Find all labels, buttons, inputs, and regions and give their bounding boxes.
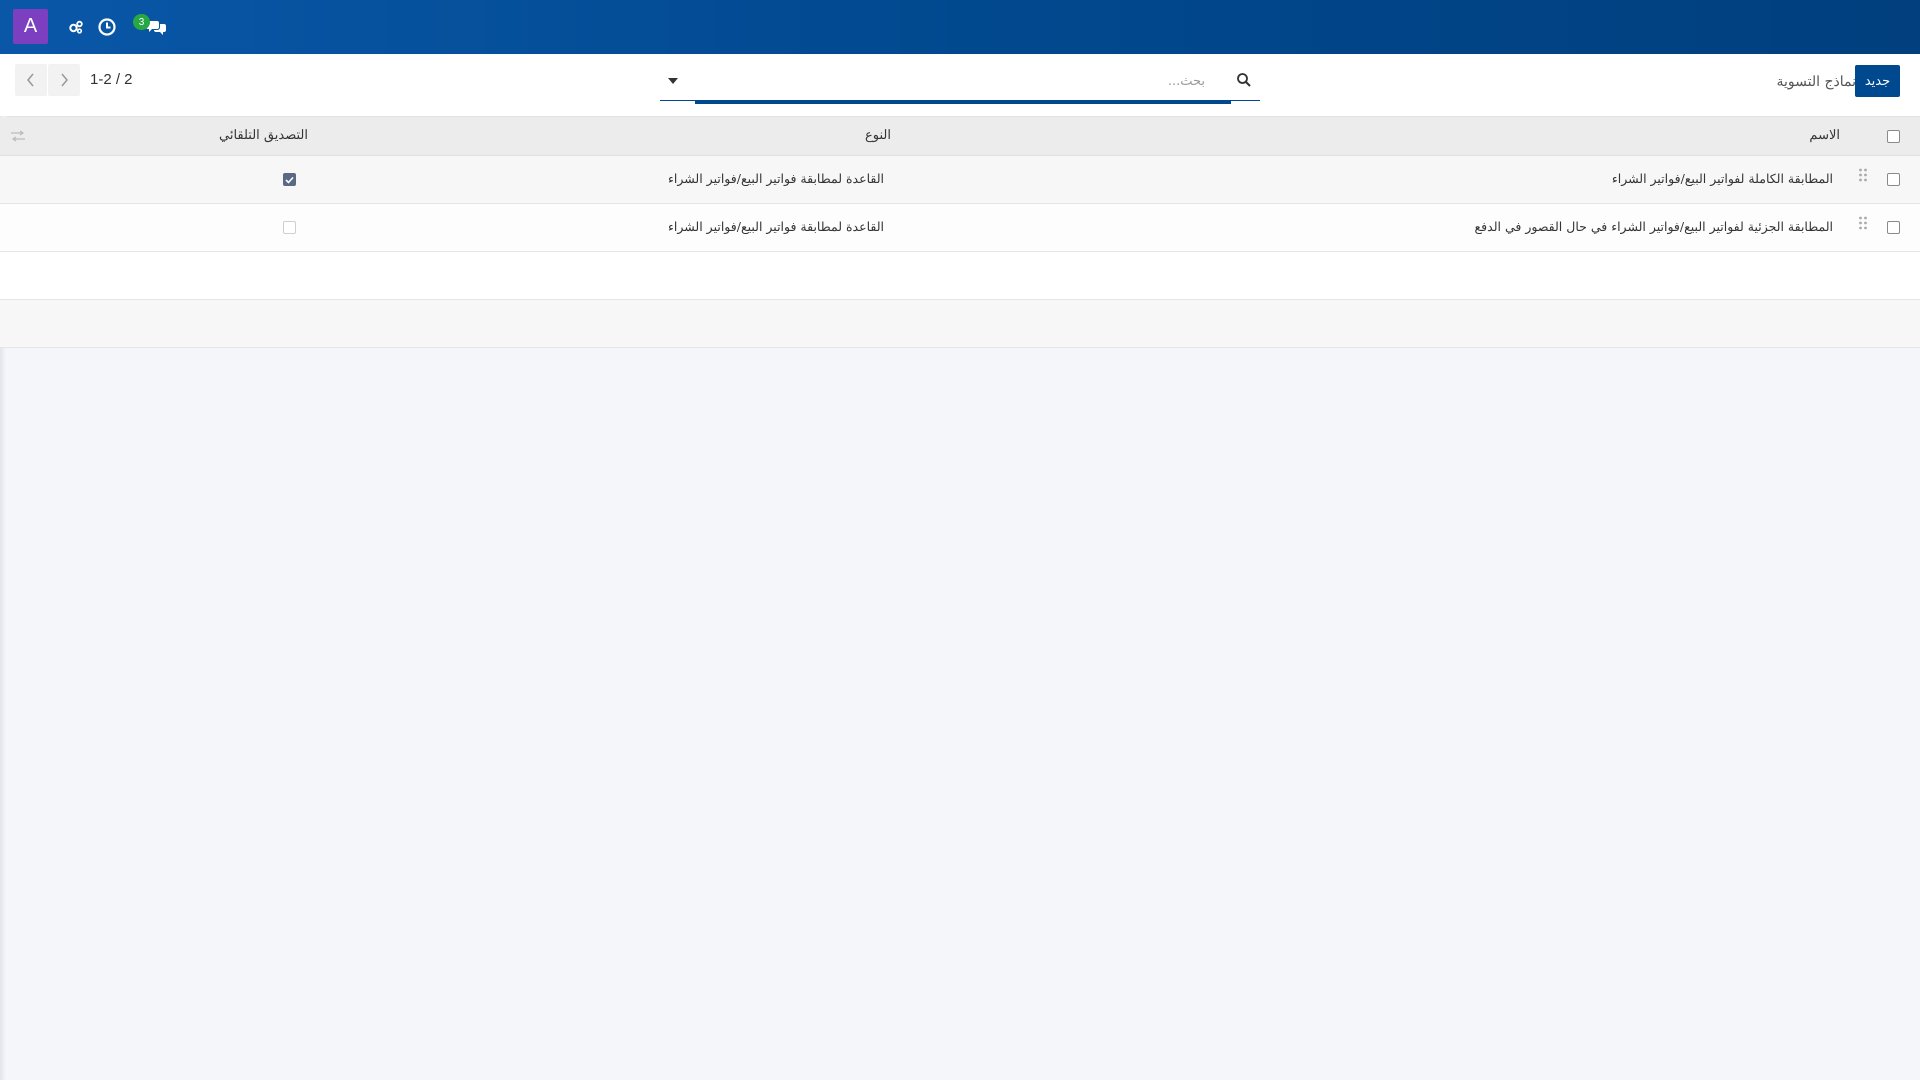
new-button[interactable]: جديد [1855,65,1900,97]
empty-row [0,252,1920,300]
table-header: الاسم النوع التصديق التلقائي [0,117,1920,156]
search-focus-underline [695,100,1231,104]
settings-cogs-icon[interactable] [63,14,89,40]
user-avatar[interactable]: A [13,9,48,44]
row-select-checkbox[interactable] [1887,221,1900,234]
search-input[interactable] [695,70,1235,92]
optional-columns-toggle-icon[interactable] [10,130,26,142]
pager-value[interactable]: 1-2 / 2 [90,71,133,88]
pager-previous-button[interactable] [15,64,47,96]
cell-type: القاعدة لمطابقة فواتير البيع/فواتير الشر… [668,219,884,234]
column-header-name[interactable]: الاسم [1809,128,1840,143]
search-options-dropdown-icon[interactable] [668,78,678,84]
column-header-type[interactable]: النوع [865,128,891,143]
row-select-checkbox[interactable] [1887,173,1900,186]
table-row[interactable]: المطابقة الجزئية لفواتير البيع/فواتير ال… [0,204,1920,252]
auto-validate-checkbox-unchecked[interactable] [283,221,296,234]
select-all-checkbox[interactable] [1887,130,1900,143]
cell-name: المطابقة الكاملة لفواتير البيع/فواتير ال… [1611,171,1833,186]
table-row[interactable]: المطابقة الكاملة لفواتير البيع/فواتير ال… [0,156,1920,204]
clock-icon[interactable] [94,14,120,40]
cell-name: المطابقة الجزئية لفواتير البيع/فواتير ال… [1474,219,1833,234]
drag-handle-icon[interactable] [1858,167,1868,183]
search-icon [1237,73,1251,87]
top-navbar: A 3 [0,0,1920,54]
control-panel: جديد نماذج التسوية 1-2 / 2 [0,54,1920,117]
column-header-auto-validate[interactable]: التصديق التلقائي [219,128,308,143]
cell-type: القاعدة لمطابقة فواتير البيع/فواتير الشر… [668,171,884,186]
auto-validate-checkbox-checked[interactable] [283,173,296,186]
checkmark-icon [285,176,294,184]
search-bar [660,64,1260,104]
messages-badge: 3 [133,14,150,30]
breadcrumb: نماذج التسوية [1776,74,1856,90]
list-table: الاسم النوع التصديق التلقائي المطابقة ال… [0,117,1920,348]
drag-handle-icon[interactable] [1858,215,1868,231]
empty-row [0,300,1920,348]
pager-next-button[interactable] [48,64,80,96]
chevron-right-icon [61,73,68,87]
chevron-left-icon [27,73,34,87]
